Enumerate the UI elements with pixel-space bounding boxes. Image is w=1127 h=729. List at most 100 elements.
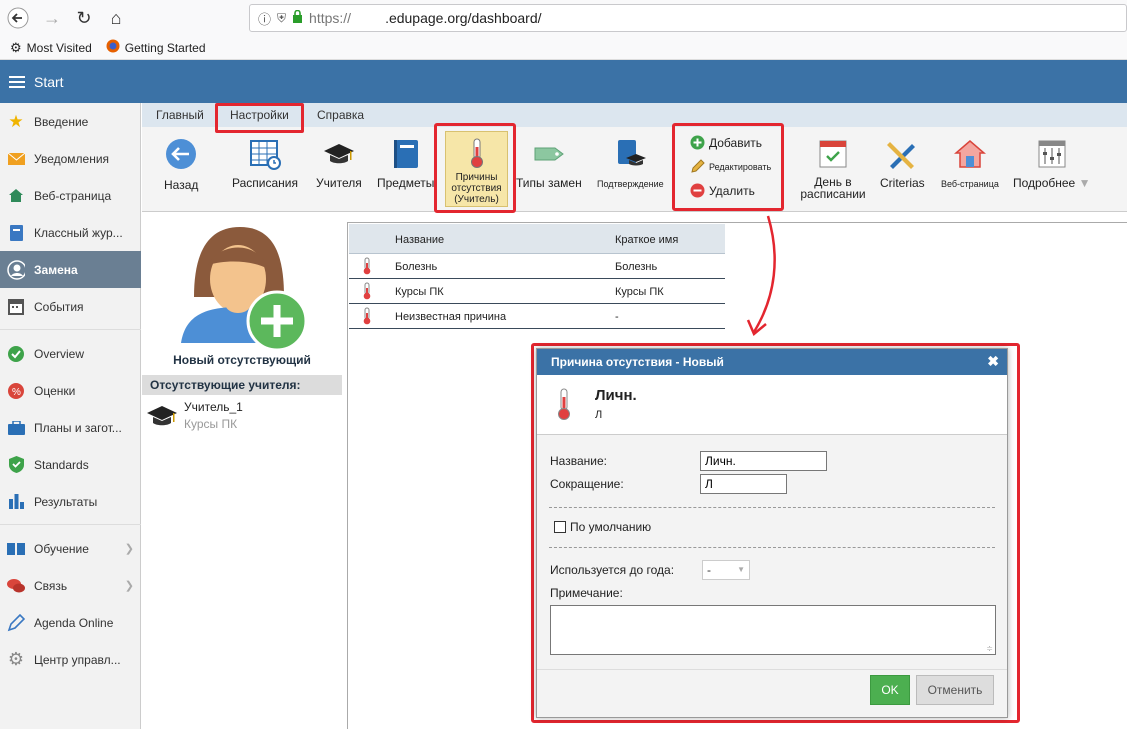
table-row[interactable]: Болезнь Болезнь	[349, 254, 725, 279]
envelope-icon	[7, 150, 25, 168]
tab-help[interactable]: Справка	[317, 108, 364, 122]
short-field[interactable]	[700, 474, 787, 494]
year-label: Используется до года:	[550, 563, 675, 577]
house-icon	[953, 140, 986, 168]
bookmarks-bar: ⚙ Most Visited Getting Started	[0, 36, 1127, 60]
column-short-name[interactable]: Краткое имя	[615, 234, 678, 246]
grade-icon: %	[7, 382, 25, 400]
substitution-types-button[interactable]: Типы замен	[516, 138, 582, 190]
sidebar-item-learning[interactable]: Обучение ❯	[0, 530, 141, 567]
ruler-pencil-icon	[887, 142, 916, 169]
firefox-icon	[106, 39, 120, 56]
forward-arrow-icon[interactable]: →	[40, 6, 64, 30]
sidebar-item-substitution[interactable]: Замена	[0, 251, 141, 288]
note-textarea[interactable]: ≑	[550, 605, 996, 655]
graduation-cap-icon	[323, 144, 354, 164]
chevron-right-icon: ❯	[124, 543, 134, 555]
address-bar[interactable]: ⓘ ⛨ https:// .edupage.org/dashboard/	[249, 4, 1127, 32]
name-field[interactable]	[700, 451, 827, 471]
default-checkbox[interactable]: По умолчанию	[554, 520, 651, 534]
sidebar-item-control-center[interactable]: ⚙ Центр управл...	[0, 641, 141, 678]
app-title: Start	[34, 73, 64, 90]
browser-toolbar: → ↻ ⌂ ⓘ ⛨ https:// .edupage.org/dashboar…	[0, 0, 1127, 36]
graduation-cap-icon	[147, 406, 177, 426]
criterias-button[interactable]: Criterias	[880, 138, 925, 190]
timetable-icon	[249, 140, 281, 170]
new-absent-avatar[interactable]	[176, 225, 308, 352]
chat-icon	[7, 577, 25, 595]
name-label: Название:	[550, 454, 607, 468]
column-name[interactable]: Название	[395, 234, 444, 246]
back-button[interactable]: Назад	[164, 138, 198, 192]
add-button[interactable]: Добавить	[690, 135, 762, 150]
sidebar-item-events[interactable]: События	[0, 288, 141, 325]
calendar-icon	[7, 298, 25, 316]
sidebar-item-standards[interactable]: Standards	[0, 446, 141, 483]
absent-teachers-header: Отсутствующие учителя:	[142, 375, 342, 395]
confirmation-button[interactable]: Подтверждение	[597, 138, 664, 189]
sidebar-item-plans[interactable]: Планы и загот...	[0, 409, 141, 446]
book-cap-icon	[618, 140, 647, 166]
sidebar-item-overview[interactable]: Overview	[0, 335, 141, 372]
url-prefix: https://	[309, 10, 352, 26]
table-row[interactable]: Неизвестная причина -	[349, 304, 725, 329]
delete-button[interactable]: Удалить	[690, 183, 755, 198]
thermometer-icon	[558, 388, 570, 420]
bookmark-most-visited[interactable]: ⚙ Most Visited	[10, 40, 92, 56]
close-icon[interactable]: ✖	[987, 353, 999, 370]
summary-name: Личн.	[595, 387, 637, 404]
lock-icon	[292, 9, 303, 26]
ok-button[interactable]: OK	[870, 675, 910, 705]
cancel-button[interactable]: Отменить	[916, 675, 994, 705]
sidebar-item-results[interactable]: Результаты	[0, 483, 141, 520]
info-icon: ⓘ	[258, 11, 272, 27]
book-icon	[393, 140, 418, 168]
open-book-icon	[7, 540, 25, 558]
briefcase-icon	[7, 419, 25, 437]
shield-icon: ⛨	[277, 10, 287, 25]
back-arrow-icon[interactable]	[6, 6, 30, 30]
thermometer-icon	[471, 138, 483, 168]
tab-main[interactable]: Главный	[156, 108, 204, 122]
teachers-button[interactable]: Учителя	[316, 138, 362, 190]
reload-icon[interactable]: ↻	[72, 6, 96, 30]
table-header: Название Краткое имя	[349, 224, 725, 254]
new-absent-label[interactable]: Новый отсутствующий	[142, 353, 342, 367]
thermometer-icon	[362, 257, 372, 278]
gear-icon: ⚙	[10, 39, 22, 55]
calendar-check-icon	[819, 140, 847, 168]
edit-button[interactable]: Редактировать	[690, 159, 771, 174]
annotation-arrow	[746, 215, 776, 337]
shield-icon	[7, 456, 25, 474]
chevron-right-icon: ❯	[124, 580, 134, 592]
table-row[interactable]: Курсы ПК Курсы ПК	[349, 279, 725, 304]
year-select[interactable]: - ▼	[702, 560, 750, 580]
checkbox-box[interactable]	[554, 521, 566, 533]
sidebar-item-agenda[interactable]: Agenda Online	[0, 604, 141, 641]
sidebar-item-classbook[interactable]: Классный жур...	[0, 214, 141, 251]
home-icon[interactable]: ⌂	[104, 6, 128, 30]
sidebar-item-webpage[interactable]: Веб-страница	[0, 177, 141, 214]
resize-handle-icon[interactable]: ≑	[986, 644, 993, 653]
plus-circle-icon	[690, 135, 705, 150]
day-in-schedule-button[interactable]: День в расписании	[797, 138, 869, 200]
pencil-icon	[691, 159, 705, 173]
absent-teacher-item[interactable]: Учитель_1 Курсы ПК	[146, 400, 243, 432]
menu-icon[interactable]	[2, 60, 32, 103]
more-button[interactable]: Подробнее ▼	[1013, 138, 1090, 190]
schedules-button[interactable]: Расписания	[232, 138, 298, 190]
url-domain: .edupage.org/dashboard/	[385, 10, 542, 26]
bar-chart-icon	[7, 493, 25, 511]
app-header: Start	[0, 60, 1127, 103]
sidebar-item-intro[interactable]: ★ Введение	[0, 103, 141, 140]
sidebar-item-notifications[interactable]: Уведомления	[0, 140, 141, 177]
dialog-summary: Личн. Л	[537, 375, 1007, 435]
absence-reasons-button[interactable]: Причины отсутствия (Учитель)	[445, 131, 508, 207]
subjects-button[interactable]: Предметы	[377, 138, 434, 190]
bookmark-getting-started[interactable]: Getting Started	[106, 39, 206, 56]
webpage-button[interactable]: Веб-страница	[941, 138, 999, 189]
dialog-title-bar: Причина отсутствия - Новый ✖	[537, 349, 1007, 375]
sidebar-item-communication[interactable]: Связь ❯	[0, 567, 141, 604]
dialog-form: Название: Сокращение: По умолчанию Испол…	[537, 435, 1007, 669]
sidebar-item-grades[interactable]: % Оценки	[0, 372, 141, 409]
